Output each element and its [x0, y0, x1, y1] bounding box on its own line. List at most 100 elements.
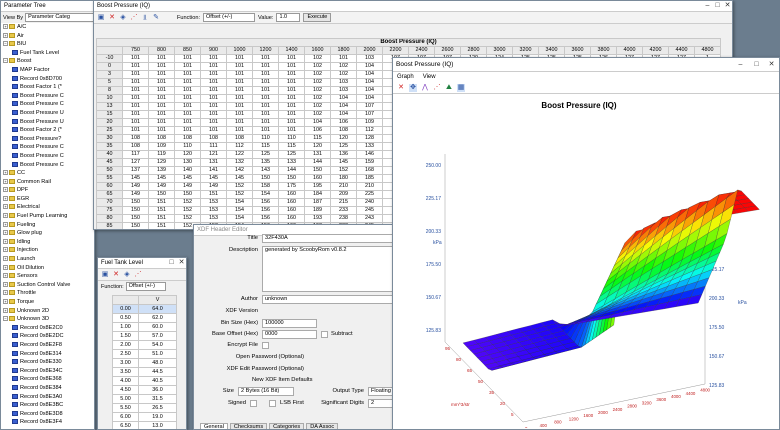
table-cell[interactable]: 104 [356, 62, 383, 71]
table-cell[interactable]: 154 [226, 198, 253, 207]
tab-da-assoc[interactable]: DA Assoc [306, 423, 339, 429]
table-cell[interactable]: 3.00 [112, 358, 139, 368]
tree-item[interactable]: Record 0x8E3A0 [3, 393, 94, 402]
table-cell[interactable]: 1.50 [112, 331, 139, 341]
table-cell[interactable]: 108 [148, 134, 175, 143]
table-cell[interactable]: 153 [200, 206, 227, 215]
table-cell[interactable]: 152 [174, 198, 201, 207]
table-cell[interactable]: 101 [226, 86, 253, 95]
tree-item[interactable]: + Air [3, 32, 94, 41]
table-cell[interactable]: 121 [200, 150, 227, 159]
table-cell[interactable]: 101 [200, 126, 227, 135]
tab-categories[interactable]: Categories [269, 423, 305, 429]
tree-item[interactable]: − Unknown 3D [3, 315, 94, 324]
size-select[interactable]: 2 Bytes (16 Bit) [238, 387, 294, 396]
table-cell[interactable]: 125 [330, 142, 357, 151]
table-cell[interactable]: 108 [122, 134, 149, 143]
table-cell[interactable]: 120 [304, 142, 331, 151]
table-cell[interactable]: 152 [226, 190, 253, 199]
table-cell[interactable]: 101 [278, 110, 305, 119]
table-cell[interactable]: 101 [122, 118, 149, 127]
table-cell[interactable]: 3.50 [112, 367, 139, 377]
menu-view[interactable]: View [423, 72, 436, 82]
table-cell[interactable]: 160 [278, 206, 305, 215]
tree-item[interactable]: Boost Pressure C [3, 92, 94, 101]
table-cell[interactable]: 5.50 [112, 403, 139, 413]
table-cell[interactable]: 153 [200, 214, 227, 223]
table-cell[interactable]: 119 [148, 150, 175, 159]
tab-checksums[interactable]: Checksums [229, 423, 268, 429]
table-cell[interactable]: 101 [252, 86, 279, 95]
table-cell[interactable]: 106 [330, 118, 357, 127]
table-cell[interactable]: 102 [304, 54, 331, 63]
table-cell[interactable]: 103 [330, 78, 357, 87]
close-graph-icon[interactable]: ✕ [397, 84, 405, 92]
fuel-function-select[interactable]: Offset (+/-) [125, 282, 166, 291]
table-cell[interactable]: 120 [174, 150, 201, 159]
table-cell[interactable]: 101 [148, 62, 175, 71]
table-cell[interactable]: 101 [252, 78, 279, 87]
tree-item[interactable]: + Electrical [3, 203, 94, 212]
table-cell[interactable]: 160 [278, 198, 305, 207]
table-cell[interactable]: 154 [226, 206, 253, 215]
table-cell[interactable]: 187 [304, 198, 331, 207]
table-cell[interactable]: 26.5 [138, 403, 177, 413]
wireframe-icon[interactable]: ▦ [457, 83, 465, 92]
table-cell[interactable]: 102 [304, 110, 331, 119]
close-icon[interactable]: ✕ [767, 58, 776, 72]
table-cell[interactable]: 44.5 [138, 367, 177, 377]
line-chart-icon[interactable]: ⋰ [433, 84, 441, 92]
table-cell[interactable]: 102 [330, 62, 357, 71]
table-cell[interactable]: 101 [226, 110, 253, 119]
tree-item[interactable]: + Fuel Pump Learning [3, 212, 94, 221]
table-cell[interactable]: 57.0 [138, 331, 177, 341]
table-cell[interactable]: 152 [330, 166, 357, 175]
table-cell[interactable]: 101 [200, 86, 227, 95]
table-cell[interactable]: 115 [304, 134, 331, 143]
table-cell[interactable]: 101 [226, 78, 253, 87]
table-cell[interactable]: 149 [148, 182, 175, 191]
table-cell[interactable]: 117 [122, 150, 149, 159]
table-cell[interactable]: 101 [122, 70, 149, 79]
table-cell[interactable]: 101 [200, 102, 227, 111]
edit-icon[interactable]: ✎ [152, 14, 160, 22]
signed-checkbox[interactable] [250, 400, 257, 407]
table-cell[interactable]: 149 [174, 182, 201, 191]
table-cell[interactable]: 101 [174, 78, 201, 87]
tree-item[interactable]: Fuel Tank Level [3, 48, 94, 58]
table-cell[interactable]: 101 [122, 110, 149, 119]
tree-item[interactable]: + Fueling [3, 221, 94, 230]
table-cell[interactable]: 101 [122, 94, 149, 103]
table-cell[interactable]: 115 [278, 142, 305, 151]
expand-icon[interactable]: + [3, 281, 8, 287]
table-cell[interactable]: 225 [356, 190, 383, 199]
table-cell[interactable]: 160 [278, 214, 305, 223]
tree-item[interactable]: + Idling [3, 238, 94, 247]
close-icon[interactable]: ✕ [723, 1, 732, 11]
table-cell[interactable]: 101 [252, 62, 279, 71]
tree-item[interactable]: + Injection [3, 246, 94, 255]
table-cell[interactable]: 108 [226, 134, 253, 143]
table-cell[interactable]: 115 [252, 142, 279, 151]
table-cell[interactable]: 104 [304, 118, 331, 127]
tree-item[interactable]: Boost Pressure? [3, 135, 94, 144]
table-cell[interactable]: 137 [122, 166, 149, 175]
table-cell[interactable]: 136 [330, 150, 357, 159]
table-cell[interactable]: 145 [174, 174, 201, 183]
table-cell[interactable]: 101 [278, 94, 305, 103]
table-cell[interactable]: 146 [356, 150, 383, 159]
tree-item[interactable]: Record 0x8E2C0 [3, 324, 94, 333]
tree-item[interactable]: + Oil Dilution [3, 264, 94, 273]
table-cell[interactable]: 149 [200, 182, 227, 191]
tree-item[interactable]: − Boost [3, 57, 94, 66]
table-cell[interactable]: 152 [226, 182, 253, 191]
table-cell[interactable]: 62.0 [138, 313, 177, 323]
table-cell[interactable]: 101 [226, 70, 253, 79]
tree-item[interactable]: + Unknown 2D [3, 307, 94, 316]
tree-item[interactable]: Boost Pressure C [3, 152, 94, 161]
table-cell[interactable]: 101 [174, 70, 201, 79]
table-cell[interactable]: 36.0 [138, 385, 177, 395]
save-icon[interactable]: ▣ [97, 14, 105, 22]
expand-icon[interactable]: + [3, 195, 8, 201]
table-cell[interactable]: 245 [356, 206, 383, 215]
